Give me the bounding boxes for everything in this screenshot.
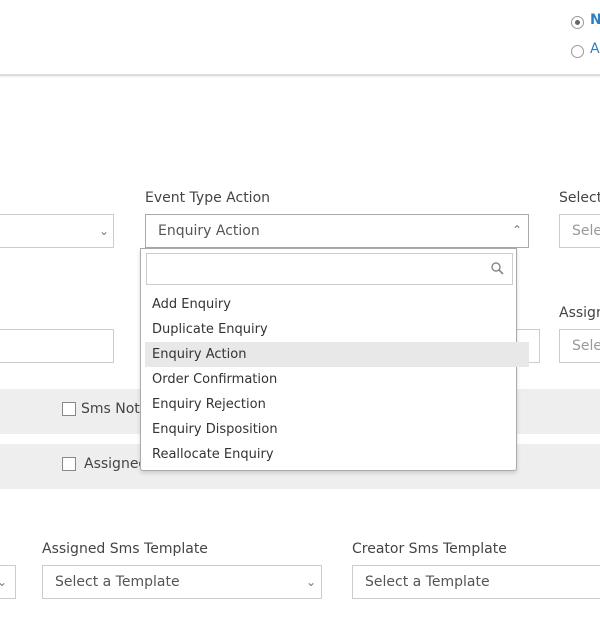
left-select[interactable] bbox=[0, 214, 114, 248]
chevron-down-icon: ⌄ bbox=[305, 575, 317, 589]
sms-notification-checkbox[interactable] bbox=[62, 402, 76, 416]
dropdown-search-input[interactable] bbox=[146, 253, 513, 285]
assigned-checkbox[interactable] bbox=[62, 457, 76, 471]
chevron-down-icon: ⌄ bbox=[98, 224, 110, 238]
dropdown-item-enquiry-disposition[interactable]: Enquiry Disposition bbox=[145, 417, 529, 442]
event-type-action-label: Event Type Action bbox=[145, 190, 271, 206]
search-icon bbox=[491, 262, 504, 275]
dropdown-item-reallocate-enquiry[interactable]: Reallocate Enquiry bbox=[145, 442, 529, 467]
event-type-action-select[interactable]: Enquiry Action bbox=[145, 214, 529, 248]
assigned-sms-template-label: Assigned Sms Template bbox=[42, 541, 208, 557]
dropdown-item-order-confirmation[interactable]: Order Confirmation bbox=[145, 367, 529, 392]
radio-option-1[interactable] bbox=[571, 16, 584, 29]
dropdown-item-duplicate-enquiry[interactable]: Duplicate Enquiry bbox=[145, 317, 529, 342]
chevron-up-icon: ⌃ bbox=[511, 223, 523, 237]
select-right-label: Select bbox=[559, 190, 600, 206]
sms-notification-label: Sms Noti bbox=[81, 401, 144, 417]
radio-option-2-label: A bbox=[590, 41, 600, 57]
dropdown-item-enquiry-action[interactable]: Enquiry Action bbox=[145, 342, 529, 367]
assigned-sms-template-select[interactable]: Select a Template bbox=[42, 565, 322, 599]
chevron-down-icon: ⌄ bbox=[0, 575, 8, 589]
assign-right-box[interactable]: Sele bbox=[559, 329, 600, 363]
radio-option-1-label: N bbox=[590, 12, 600, 28]
header-bar bbox=[0, 0, 600, 76]
assign-right-label: Assign bbox=[559, 305, 600, 321]
creator-sms-template-label: Creator Sms Template bbox=[352, 541, 507, 557]
radio-option-2[interactable] bbox=[571, 45, 584, 58]
event-type-dropdown: Add Enquiry Duplicate Enquiry Enquiry Ac… bbox=[140, 248, 529, 471]
assigned-label: Assigned bbox=[84, 456, 148, 472]
dropdown-item-enquiry-rejection[interactable]: Enquiry Rejection bbox=[145, 392, 529, 417]
dropdown-item-add-enquiry[interactable]: Add Enquiry bbox=[145, 292, 529, 317]
creator-sms-template-select[interactable]: Select a Template bbox=[352, 565, 600, 599]
left-input[interactable] bbox=[0, 329, 114, 363]
select-right-box[interactable]: Sele bbox=[559, 214, 600, 248]
